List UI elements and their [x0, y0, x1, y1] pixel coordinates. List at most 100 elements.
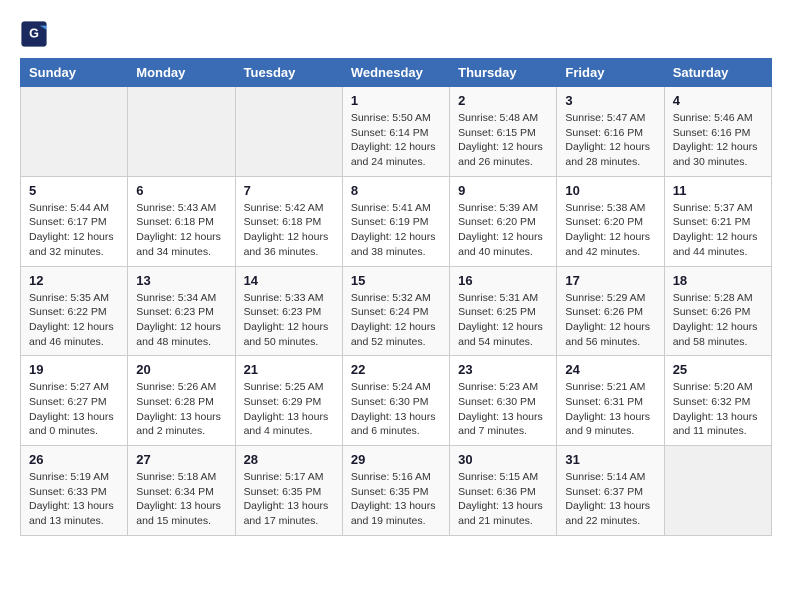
calendar-day-cell	[128, 87, 235, 177]
day-info: Sunrise: 5:42 AM Sunset: 6:18 PM Dayligh…	[244, 201, 334, 260]
day-info: Sunrise: 5:32 AM Sunset: 6:24 PM Dayligh…	[351, 291, 441, 350]
day-info: Sunrise: 5:17 AM Sunset: 6:35 PM Dayligh…	[244, 470, 334, 529]
day-number: 15	[351, 273, 441, 288]
weekday-header: Friday	[557, 59, 664, 87]
day-number: 4	[673, 93, 763, 108]
weekday-header: Sunday	[21, 59, 128, 87]
calendar-day-cell: 9 Sunrise: 5:39 AM Sunset: 6:20 PM Daylig…	[450, 176, 557, 266]
calendar-day-cell	[21, 87, 128, 177]
day-number: 7	[244, 183, 334, 198]
day-info: Sunrise: 5:35 AM Sunset: 6:22 PM Dayligh…	[29, 291, 119, 350]
calendar-day-cell: 30Sunrise: 5:15 AM Sunset: 6:36 PM Dayli…	[450, 446, 557, 536]
calendar-week-row: 26 Sunrise: 5:19 AM Sunset: 6:33 PM Dayli…	[21, 446, 772, 536]
calendar-day-cell: 25Sunrise: 5:20 AM Sunset: 6:32 PM Dayli…	[664, 356, 771, 446]
day-info: Sunrise: 5:41 AM Sunset: 6:19 PM Dayligh…	[351, 201, 441, 260]
day-number: 12	[29, 273, 119, 288]
weekday-header: Tuesday	[235, 59, 342, 87]
calendar-day-cell: 3Sunrise: 5:47 AM Sunset: 6:16 PM Daylig…	[557, 87, 664, 177]
weekday-header: Saturday	[664, 59, 771, 87]
day-info: Sunrise: 5:31 AM Sunset: 6:25 PM Dayligh…	[458, 291, 548, 350]
calendar-day-cell: 17Sunrise: 5:29 AM Sunset: 6:26 PM Dayli…	[557, 266, 664, 356]
calendar-day-cell: 13 Sunrise: 5:34 AM Sunset: 6:23 PM Dayli…	[128, 266, 235, 356]
calendar-day-cell: 4Sunrise: 5:46 AM Sunset: 6:16 PM Daylig…	[664, 87, 771, 177]
day-number: 25	[673, 362, 763, 377]
day-info: Sunrise: 5:14 AM Sunset: 6:37 PM Dayligh…	[565, 470, 655, 529]
day-number: 5	[29, 183, 119, 198]
calendar-day-cell: 27 Sunrise: 5:18 AM Sunset: 6:34 PM Dayli…	[128, 446, 235, 536]
day-info: Sunrise: 5:27 AM Sunset: 6:27 PM Dayligh…	[29, 380, 119, 439]
day-number: 20	[136, 362, 226, 377]
calendar-week-row: 19 Sunrise: 5:27 AM Sunset: 6:27 PM Dayli…	[21, 356, 772, 446]
calendar-day-cell: 1Sunrise: 5:50 AM Sunset: 6:14 PM Daylig…	[342, 87, 449, 177]
calendar-day-cell: 21 Sunrise: 5:25 AM Sunset: 6:29 PM Dayli…	[235, 356, 342, 446]
day-info: Sunrise: 5:24 AM Sunset: 6:30 PM Dayligh…	[351, 380, 441, 439]
calendar-day-cell: 29Sunrise: 5:16 AM Sunset: 6:35 PM Dayli…	[342, 446, 449, 536]
day-info: Sunrise: 5:33 AM Sunset: 6:23 PM Dayligh…	[244, 291, 334, 350]
day-number: 18	[673, 273, 763, 288]
day-number: 2	[458, 93, 548, 108]
logo: G	[20, 20, 50, 48]
calendar-day-cell: 31 Sunrise: 5:14 AM Sunset: 6:37 PM Dayli…	[557, 446, 664, 536]
day-info: Sunrise: 5:21 AM Sunset: 6:31 PM Dayligh…	[565, 380, 655, 439]
day-number: 31	[565, 452, 655, 467]
day-number: 21	[244, 362, 334, 377]
calendar-week-row: 1Sunrise: 5:50 AM Sunset: 6:14 PM Daylig…	[21, 87, 772, 177]
page-header: G	[20, 20, 772, 48]
calendar-week-row: 12 Sunrise: 5:35 AM Sunset: 6:22 PM Dayli…	[21, 266, 772, 356]
day-info: Sunrise: 5:43 AM Sunset: 6:18 PM Dayligh…	[136, 201, 226, 260]
calendar-day-cell: 18 Sunrise: 5:28 AM Sunset: 6:26 PM Dayli…	[664, 266, 771, 356]
day-info: Sunrise: 5:25 AM Sunset: 6:29 PM Dayligh…	[244, 380, 334, 439]
day-info: Sunrise: 5:15 AM Sunset: 6:36 PM Dayligh…	[458, 470, 548, 529]
day-number: 26	[29, 452, 119, 467]
calendar-day-cell: 7 Sunrise: 5:42 AM Sunset: 6:18 PM Daylig…	[235, 176, 342, 266]
calendar-table: SundayMondayTuesdayWednesdayThursdayFrid…	[20, 58, 772, 536]
day-number: 22	[351, 362, 441, 377]
day-info: Sunrise: 5:38 AM Sunset: 6:20 PM Dayligh…	[565, 201, 655, 260]
day-number: 16	[458, 273, 548, 288]
day-number: 24	[565, 362, 655, 377]
day-number: 19	[29, 362, 119, 377]
calendar-day-cell: 20 Sunrise: 5:26 AM Sunset: 6:28 PM Dayli…	[128, 356, 235, 446]
day-number: 27	[136, 452, 226, 467]
day-number: 13	[136, 273, 226, 288]
day-info: Sunrise: 5:48 AM Sunset: 6:15 PM Dayligh…	[458, 111, 548, 170]
calendar-day-cell: 24 Sunrise: 5:21 AM Sunset: 6:31 PM Dayli…	[557, 356, 664, 446]
day-info: Sunrise: 5:37 AM Sunset: 6:21 PM Dayligh…	[673, 201, 763, 260]
calendar-day-cell: 5 Sunrise: 5:44 AM Sunset: 6:17 PM Daylig…	[21, 176, 128, 266]
day-number: 10	[565, 183, 655, 198]
day-number: 8	[351, 183, 441, 198]
calendar-day-cell: 2 Sunrise: 5:48 AM Sunset: 6:15 PM Daylig…	[450, 87, 557, 177]
day-number: 11	[673, 183, 763, 198]
day-info: Sunrise: 5:34 AM Sunset: 6:23 PM Dayligh…	[136, 291, 226, 350]
weekday-header: Wednesday	[342, 59, 449, 87]
day-info: Sunrise: 5:19 AM Sunset: 6:33 PM Dayligh…	[29, 470, 119, 529]
day-number: 28	[244, 452, 334, 467]
calendar-day-cell: 22 Sunrise: 5:24 AM Sunset: 6:30 PM Dayli…	[342, 356, 449, 446]
logo-icon: G	[20, 20, 48, 48]
day-info: Sunrise: 5:29 AM Sunset: 6:26 PM Dayligh…	[565, 291, 655, 350]
day-info: Sunrise: 5:39 AM Sunset: 6:20 PM Dayligh…	[458, 201, 548, 260]
calendar-day-cell: 23Sunrise: 5:23 AM Sunset: 6:30 PM Dayli…	[450, 356, 557, 446]
calendar-day-cell: 10 Sunrise: 5:38 AM Sunset: 6:20 PM Dayli…	[557, 176, 664, 266]
day-info: Sunrise: 5:44 AM Sunset: 6:17 PM Dayligh…	[29, 201, 119, 260]
calendar-day-cell: 28 Sunrise: 5:17 AM Sunset: 6:35 PM Dayli…	[235, 446, 342, 536]
calendar-day-cell: 26 Sunrise: 5:19 AM Sunset: 6:33 PM Dayli…	[21, 446, 128, 536]
weekday-header: Monday	[128, 59, 235, 87]
day-info: Sunrise: 5:26 AM Sunset: 6:28 PM Dayligh…	[136, 380, 226, 439]
day-number: 1	[351, 93, 441, 108]
calendar-day-cell: 15 Sunrise: 5:32 AM Sunset: 6:24 PM Dayli…	[342, 266, 449, 356]
calendar-day-cell: 19 Sunrise: 5:27 AM Sunset: 6:27 PM Dayli…	[21, 356, 128, 446]
day-info: Sunrise: 5:28 AM Sunset: 6:26 PM Dayligh…	[673, 291, 763, 350]
day-number: 23	[458, 362, 548, 377]
calendar-day-cell	[235, 87, 342, 177]
day-number: 29	[351, 452, 441, 467]
day-number: 9	[458, 183, 548, 198]
weekday-header-row: SundayMondayTuesdayWednesdayThursdayFrid…	[21, 59, 772, 87]
calendar-day-cell: 14 Sunrise: 5:33 AM Sunset: 6:23 PM Dayli…	[235, 266, 342, 356]
weekday-header: Thursday	[450, 59, 557, 87]
day-number: 6	[136, 183, 226, 198]
calendar-week-row: 5 Sunrise: 5:44 AM Sunset: 6:17 PM Daylig…	[21, 176, 772, 266]
day-info: Sunrise: 5:18 AM Sunset: 6:34 PM Dayligh…	[136, 470, 226, 529]
day-number: 14	[244, 273, 334, 288]
calendar-day-cell: 8 Sunrise: 5:41 AM Sunset: 6:19 PM Daylig…	[342, 176, 449, 266]
